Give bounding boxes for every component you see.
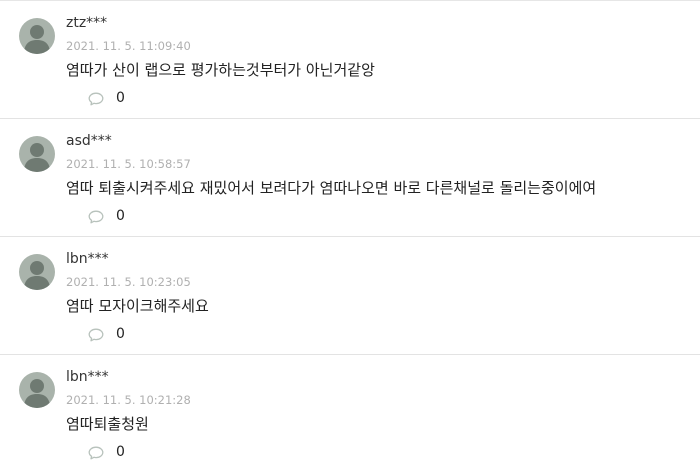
- reply-button[interactable]: 0: [88, 444, 125, 460]
- comment-list: ztz*** 2021. 11. 5. 11:09:40 염따가 산이 랩으로 …: [0, 0, 700, 475]
- default-avatar-icon[interactable]: [19, 136, 55, 172]
- comment-item: asd*** 2021. 11. 5. 10:58:57 염따 퇴출시켜주세요 …: [0, 119, 700, 237]
- comment-item: lbn*** 2021. 11. 5. 10:23:05 염따 모자이크해주세요…: [0, 237, 700, 355]
- comment-bubble-icon: [88, 445, 104, 460]
- reply-count: 0: [116, 326, 125, 342]
- reply-button[interactable]: 0: [88, 208, 125, 224]
- reply-button[interactable]: 0: [88, 90, 125, 106]
- comment-timestamp: 2021. 11. 5. 10:58:57: [66, 157, 191, 171]
- default-avatar-icon[interactable]: [19, 18, 55, 54]
- comment-bubble-icon: [88, 91, 104, 106]
- comment-timestamp: 2021. 11. 5. 11:09:40: [66, 39, 191, 53]
- reply-count: 0: [116, 90, 125, 106]
- comment-item: ztz*** 2021. 11. 5. 11:09:40 염따가 산이 랩으로 …: [0, 1, 700, 119]
- comment-text: 염따 퇴출시켜주세요 재밌어서 보려다가 염따나오면 바로 다른채널로 돌리는중…: [66, 179, 597, 197]
- default-avatar-icon[interactable]: [19, 372, 55, 408]
- comment-timestamp: 2021. 11. 5. 10:21:28: [66, 393, 191, 407]
- comment-text: 염따 모자이크해주세요: [66, 297, 209, 315]
- comment-item: lbn*** 2021. 11. 5. 10:21:28 염따퇴출청원 0: [0, 355, 700, 473]
- reply-button[interactable]: 0: [88, 326, 125, 342]
- comment-username[interactable]: ztz***: [66, 15, 107, 31]
- default-avatar-icon[interactable]: [19, 254, 55, 290]
- reply-count: 0: [116, 444, 125, 460]
- comment-timestamp: 2021. 11. 5. 10:23:05: [66, 275, 191, 289]
- comment-text: 염따가 산이 랩으로 평가하는것부터가 아닌거같앙: [66, 61, 375, 79]
- comment-username[interactable]: lbn***: [66, 369, 109, 385]
- comment-username[interactable]: asd***: [66, 133, 112, 149]
- reply-count: 0: [116, 208, 125, 224]
- comment-bubble-icon: [88, 327, 104, 342]
- comment-username[interactable]: lbn***: [66, 251, 109, 267]
- comment-text: 염따퇴출청원: [66, 415, 149, 433]
- comment-bubble-icon: [88, 209, 104, 224]
